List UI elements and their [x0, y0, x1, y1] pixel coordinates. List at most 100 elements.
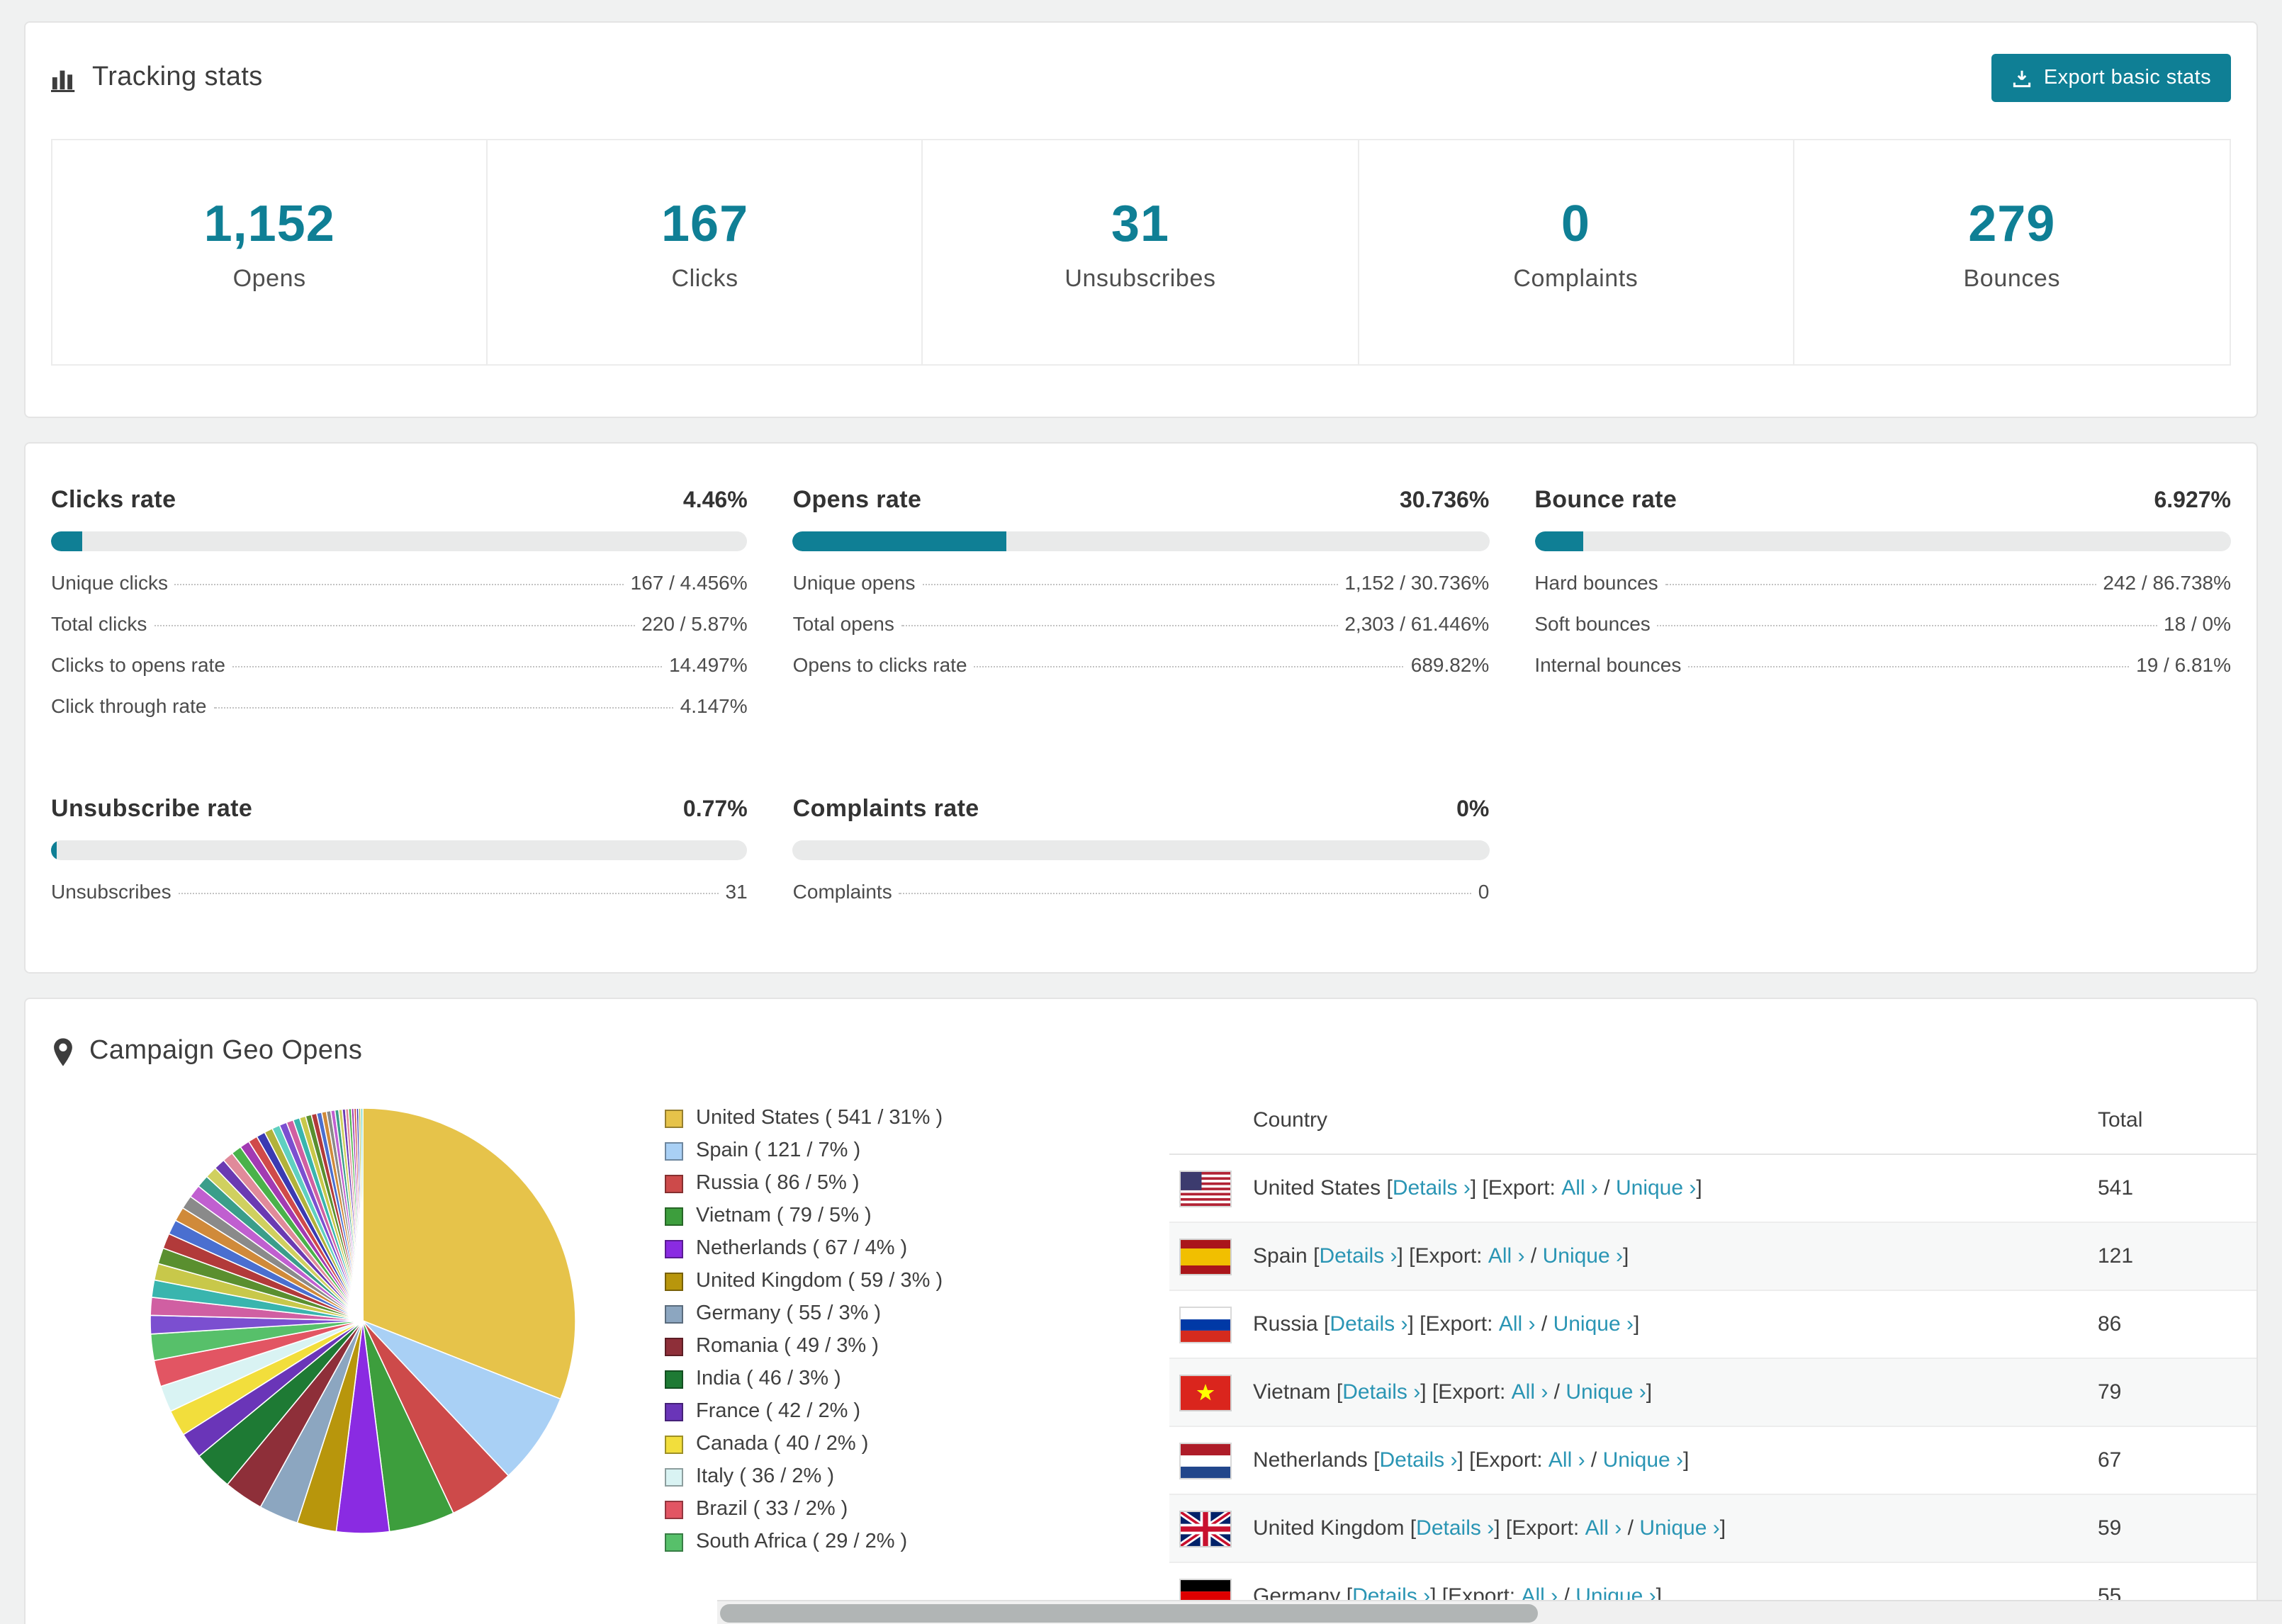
stat-value: 1,152 / 30.736% — [1344, 571, 1490, 594]
rate-rows: Unsubscribes 31 — [51, 880, 748, 921]
details-link[interactable]: Details › — [1416, 1516, 1494, 1540]
geo-table-row: Spain [Details ›] [Export: All › / Uniqu… — [1169, 1223, 2256, 1291]
export-all-link[interactable]: All › — [1488, 1244, 1525, 1268]
legend-color-swatch — [665, 1435, 683, 1453]
dotted-leader — [1657, 625, 2157, 626]
export-all-link[interactable]: All › — [1548, 1448, 1585, 1472]
link-separator: [ — [1330, 1380, 1343, 1404]
rate-stat-row: Unique opens 1,152 / 30.736% — [793, 571, 1490, 612]
legend-item: South Africa ( 29 / 2% ) — [665, 1530, 1169, 1553]
export-all-link[interactable]: All › — [1561, 1176, 1598, 1200]
rate-stat-row: Unique clicks 167 / 4.456% — [51, 571, 748, 612]
export-unique-link[interactable]: Unique › — [1616, 1176, 1696, 1200]
stat-box-opens: 1,152 Opens — [52, 140, 488, 364]
dotted-leader — [899, 893, 1471, 894]
export-basic-stats-button[interactable]: Export basic stats — [1991, 54, 2231, 102]
rate-stat-row: Clicks to opens rate 14.497% — [51, 653, 748, 694]
details-link[interactable]: Details › — [1319, 1244, 1397, 1268]
campaign-geo-opens-card: Campaign Geo Opens United States ( 541 /… — [24, 998, 2258, 1624]
rate-panel-opens: Opens rate 30.736% Unique opens 1,152 / 30.… — [792, 486, 1490, 735]
link-separator: ] [Export: — [1397, 1244, 1488, 1268]
legend-color-swatch — [665, 1239, 683, 1258]
rate-stat-row: Click through rate 4.147% — [51, 694, 748, 735]
details-link[interactable]: Details › — [1393, 1176, 1471, 1200]
progress-bar — [51, 840, 748, 860]
export-unique-link[interactable]: Unique › — [1639, 1516, 1719, 1540]
dashboard-page: Tracking stats Export basic stats 1,152 O… — [0, 0, 2282, 1624]
legend-item: Romania ( 49 / 3% ) — [665, 1335, 1169, 1358]
stat-name: Complaints — [792, 880, 892, 903]
export-unique-link[interactable]: Unique › — [1566, 1380, 1646, 1404]
total-cell: 541 — [2098, 1176, 2134, 1200]
country-cell: United Kingdom [Details ›] [Export: All … — [1169, 1511, 2098, 1545]
link-separator: ] — [1633, 1312, 1640, 1336]
export-unique-link[interactable]: Unique › — [1553, 1312, 1634, 1336]
vn-flag-icon — [1181, 1375, 1230, 1409]
export-all-link[interactable]: All › — [1512, 1380, 1548, 1404]
stat-name: Total clicks — [51, 612, 147, 635]
details-link[interactable]: Details › — [1342, 1380, 1420, 1404]
legend-label: Romania ( 49 / 3% ) — [696, 1335, 879, 1358]
total-cell: 67 — [2098, 1448, 2122, 1472]
es-flag-icon — [1181, 1239, 1230, 1273]
link-separator: ] — [1623, 1244, 1629, 1268]
export-unique-link[interactable]: Unique › — [1603, 1448, 1683, 1472]
stat-value: 167 / 4.456% — [630, 571, 748, 594]
export-all-link[interactable]: All › — [1585, 1516, 1622, 1540]
progress-bar-fill — [51, 531, 82, 551]
country-cell: Vietnam [Details ›] [Export: All › / Uni… — [1169, 1375, 2098, 1409]
legend-color-swatch — [665, 1109, 683, 1127]
scrollbar-thumb[interactable] — [720, 1604, 1538, 1623]
stat-value: 279 — [1968, 194, 2056, 252]
legend-label: United States ( 541 / 31% ) — [696, 1107, 943, 1129]
country-name: United Kingdom — [1253, 1516, 1405, 1540]
column-header-total: Total — [2098, 1108, 2143, 1132]
export-unique-link[interactable]: Unique › — [1543, 1244, 1623, 1268]
stat-boxes: 1,152 Opens 167 Clicks 31 Unsubscribes 0 Compla… — [51, 139, 2231, 366]
rate-title: Opens rate — [792, 486, 922, 513]
details-link[interactable]: Details › — [1379, 1448, 1457, 1472]
stat-value: 19 / 6.81% — [2136, 653, 2231, 676]
link-separator: ] — [1646, 1380, 1653, 1404]
legend-color-swatch — [665, 1500, 683, 1518]
rate-title: Clicks rate — [51, 486, 176, 513]
rate-title: Bounce rate — [1534, 486, 1677, 513]
stat-name: Unique clicks — [51, 571, 168, 594]
rates-card: Clicks rate 4.46% Unique clicks 167 / 4.456… — [24, 442, 2258, 974]
rate-panel-clicks: Clicks rate 4.46% Unique clicks 167 / 4.456… — [51, 486, 748, 735]
stat-label: Unsubscribes — [1064, 265, 1216, 292]
legend-color-swatch — [665, 1207, 683, 1225]
total-cell: 59 — [2098, 1516, 2122, 1540]
dotted-leader — [901, 625, 1338, 626]
country-cell: Russia [Details ›] [Export: All › / Uniq… — [1169, 1307, 2098, 1341]
legend-color-swatch — [665, 1370, 683, 1388]
location-pin-icon — [51, 1037, 75, 1066]
legend-color-swatch — [665, 1467, 683, 1486]
dotted-leader — [174, 584, 624, 585]
legend-color-swatch — [665, 1174, 683, 1192]
legend-label: Brazil ( 33 / 2% ) — [696, 1498, 848, 1521]
stat-box-complaints: 0 Complaints — [1359, 140, 1794, 364]
nl-flag-icon — [1181, 1443, 1230, 1477]
legend-item: Netherlands ( 67 / 4% ) — [665, 1237, 1169, 1260]
details-link[interactable]: Details › — [1330, 1312, 1407, 1336]
horizontal-scrollbar[interactable] — [717, 1600, 2282, 1624]
total-cell: 121 — [2098, 1244, 2134, 1268]
stat-value: 220 / 5.87% — [641, 612, 748, 635]
stat-label: Complaints — [1513, 265, 1639, 292]
rates-grid: Clicks rate 4.46% Unique clicks 167 / 4.456… — [51, 486, 2231, 921]
rate-stat-row: Opens to clicks rate 689.82% — [793, 653, 1490, 694]
link-separator: / — [1548, 1380, 1566, 1404]
legend-item: Russia ( 86 / 5% ) — [665, 1172, 1169, 1195]
rate-stat-row: Total clicks 220 / 5.87% — [51, 612, 748, 653]
link-separator: / — [1585, 1448, 1603, 1472]
stat-label: Bounces — [1963, 265, 2061, 292]
country-name: Spain — [1253, 1244, 1308, 1268]
country-name: Vietnam — [1253, 1380, 1331, 1404]
export-all-link[interactable]: All › — [1499, 1312, 1536, 1336]
progress-bar — [792, 840, 1490, 860]
rate-panel-complaints: Complaints rate 0% Complaints 0 — [792, 795, 1490, 921]
dotted-leader — [178, 893, 719, 894]
export-icon — [2011, 67, 2033, 89]
rate-rows: Complaints 0 — [793, 880, 1490, 921]
